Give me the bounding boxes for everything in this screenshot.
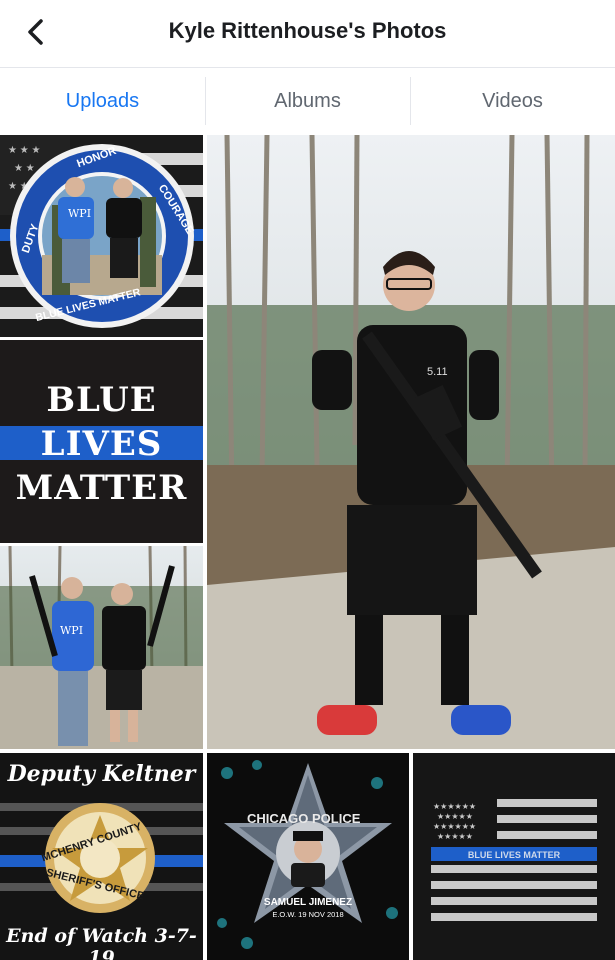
shirt-logo-text: WPI <box>68 207 91 220</box>
tab-albums[interactable]: Albums <box>205 69 410 133</box>
deputy-eow: End of Watch 3-7-19 <box>6 925 197 960</box>
deputy-name: Deputy Keltner <box>7 761 196 787</box>
star-text: CHICAGO POLICE <box>247 811 361 826</box>
svg-text:★ ★ ★: ★ ★ ★ <box>8 145 40 156</box>
officer-eow: E.O.W. 19 NOV 2018 <box>272 910 343 919</box>
photo-chicago-memorial[interactable]: CHICAGO POLICE SAMUEL JIMENEZ E.O.W. 19 … <box>207 753 409 960</box>
flag-graphic: ★★★★★★ ★★★★★ ★★★★★★ ★★★★★ BLUE LIVES MAT… <box>413 753 615 960</box>
blm-line-2: LIVES <box>40 424 163 464</box>
svg-text:★★★★★: ★★★★★ <box>437 812 473 821</box>
main-photo: 5.11 <box>207 135 615 749</box>
flag-stripe-text: BLUE LIVES MATTER <box>468 850 561 860</box>
svg-text:★★★★★: ★★★★★ <box>437 832 473 841</box>
duo-photo: WPI <box>0 546 203 749</box>
svg-text:★ ★: ★ ★ <box>14 163 35 174</box>
shirt-logo-text: WPI <box>60 624 83 637</box>
officer-name: SAMUEL JIMENEZ <box>264 897 352 908</box>
chicago-memorial-graphic: CHICAGO POLICE SAMUEL JIMENEZ E.O.W. 19 … <box>207 753 409 960</box>
svg-text:★★★★★★: ★★★★★★ <box>433 802 476 811</box>
photo-grid: ★ ★ ★ ★ ★ ★ ★ ★ WPI HONOR DUTY COURAGE B… <box>0 135 615 960</box>
photo-blue-line-flag[interactable]: ★★★★★★ ★★★★★ ★★★★★★ ★★★★★ BLUE LIVES MAT… <box>413 753 615 960</box>
svg-text:★★★★★★: ★★★★★★ <box>433 822 476 831</box>
badge-graphic: ★ ★ ★ ★ ★ ★ ★ ★ WPI HONOR DUTY COURAGE B… <box>0 135 203 337</box>
photo-blue-lives-matter[interactable]: BLUE LIVES MATTER <box>0 340 203 543</box>
header-bar: Kyle Rittenhouse's Photos <box>0 0 615 68</box>
tab-bar: Uploads Albums Videos <box>0 69 615 133</box>
photo-deputy-memorial[interactable]: MCHENRY COUNTY SHERIFF'S OFFICE Deputy K… <box>0 753 203 960</box>
blm-line-3: MATTER <box>15 468 188 508</box>
tab-videos[interactable]: Videos <box>410 69 615 133</box>
tab-uploads[interactable]: Uploads <box>0 69 205 133</box>
photo-main-rifle[interactable]: 5.11 <box>207 135 615 749</box>
blm-line-1: BLUE <box>46 380 157 420</box>
shirt-text: 5.11 <box>427 366 448 378</box>
page-title: Kyle Rittenhouse's Photos <box>168 18 447 43</box>
photo-badge[interactable]: ★ ★ ★ ★ ★ ★ ★ ★ WPI HONOR DUTY COURAGE B… <box>0 135 203 337</box>
photo-duo-rifles[interactable]: WPI <box>0 546 203 749</box>
